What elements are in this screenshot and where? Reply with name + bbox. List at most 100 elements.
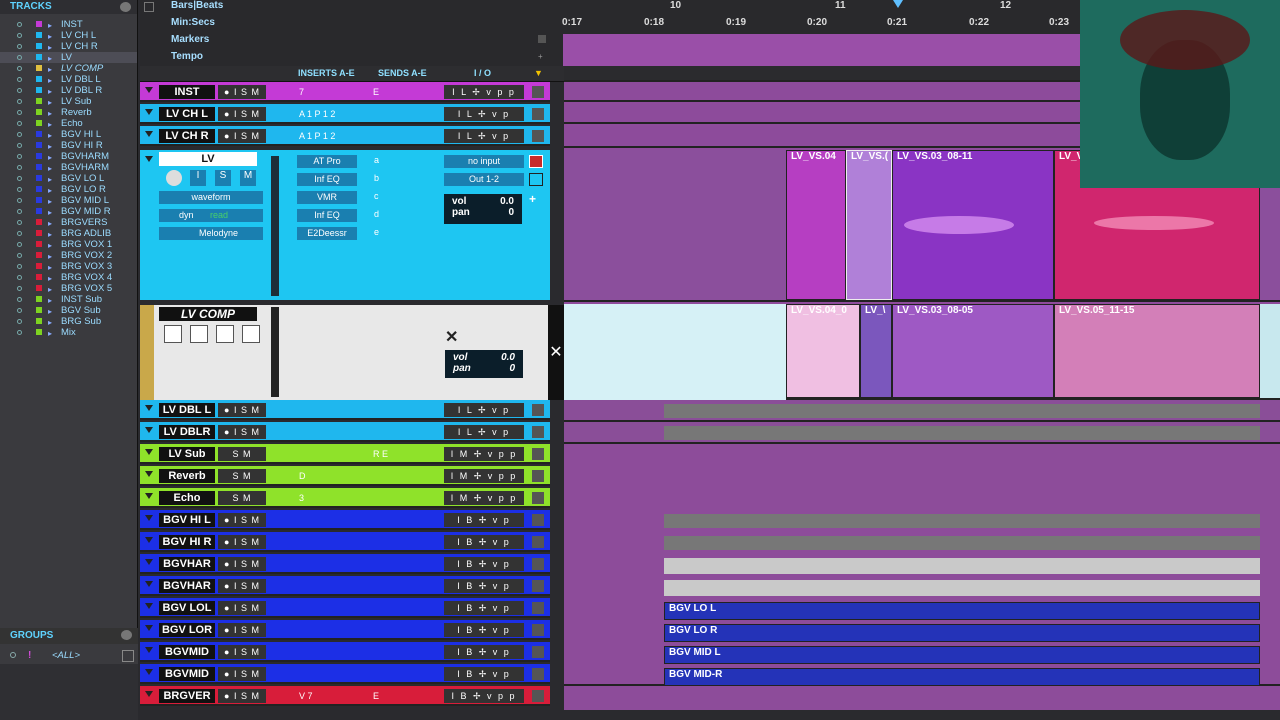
track-list-item[interactable]: ▸ BGV Sub bbox=[0, 305, 137, 316]
track-send-slot[interactable] bbox=[296, 536, 302, 548]
lv-input-monitor-button[interactable]: I bbox=[190, 170, 206, 186]
track-send-slot[interactable] bbox=[296, 624, 302, 636]
track-send-slot[interactable]: 3 bbox=[296, 492, 307, 504]
track-send-slot[interactable] bbox=[296, 580, 302, 592]
track-expand-icon[interactable] bbox=[145, 691, 153, 697]
track-active-dot[interactable] bbox=[17, 187, 22, 192]
track-io-selectors[interactable]: I B ✢ v p bbox=[444, 667, 524, 681]
track-controls[interactable]: ● I S M bbox=[218, 107, 266, 121]
track-row[interactable]: INST ● I S M 7 E I L ✢ v p p bbox=[140, 82, 550, 102]
track-name[interactable]: BGV HI L bbox=[159, 513, 215, 527]
track-send-slot-2[interactable] bbox=[370, 580, 376, 592]
track-expand-icon[interactable] bbox=[145, 647, 153, 653]
lv-output-window-icon[interactable] bbox=[529, 173, 543, 186]
track-active-dot[interactable] bbox=[17, 308, 22, 313]
track-io-selectors[interactable]: I L ✢ v p bbox=[444, 107, 524, 121]
track-expand-icon[interactable] bbox=[145, 471, 153, 477]
track-window-icon[interactable] bbox=[532, 470, 544, 482]
track-row[interactable]: Echo S M 3 I M ✢ v p p bbox=[140, 488, 550, 508]
track-io-selectors[interactable]: I L ✢ v p bbox=[444, 129, 524, 143]
track-name[interactable]: BGV HI R bbox=[159, 535, 215, 549]
track-name[interactable]: BGVHAR bbox=[159, 557, 215, 571]
track-send-slot[interactable]: D bbox=[296, 470, 309, 482]
track-row[interactable]: BGVMID ● I S M I B ✢ v p bbox=[140, 642, 550, 662]
track-list-item[interactable]: ▸ BRG VOX 4 bbox=[0, 272, 137, 283]
track-controls[interactable]: S M bbox=[218, 469, 266, 483]
lv-comp-close-icon[interactable]: ✕ bbox=[548, 305, 564, 400]
track-list-item[interactable]: ▸ BGV MID L bbox=[0, 195, 137, 206]
track-active-dot[interactable] bbox=[17, 132, 22, 137]
track-active-dot[interactable] bbox=[17, 22, 22, 27]
lv-comp-name-field[interactable]: LV COMP bbox=[159, 307, 257, 321]
sends-column-header[interactable]: SENDS A-E bbox=[378, 68, 427, 78]
track-row[interactable]: BRGVER ● I S M V 7 E I B ✢ v p p bbox=[140, 686, 550, 706]
track-send-slot[interactable] bbox=[296, 404, 302, 416]
ruler-menu-icon[interactable] bbox=[144, 2, 154, 12]
lv-solo-button[interactable]: S bbox=[215, 170, 231, 186]
lv-comp-inactive-icon[interactable]: ✕ bbox=[445, 327, 458, 347]
track-name[interactable]: BGVMID bbox=[159, 667, 215, 681]
track-name[interactable]: Reverb bbox=[159, 469, 215, 483]
lv-mute-button[interactable]: M bbox=[240, 170, 256, 186]
track-io-selectors[interactable]: I L ✢ v p bbox=[444, 403, 524, 417]
track-controls[interactable]: ● I S M bbox=[218, 557, 266, 571]
track-send-slot-2[interactable] bbox=[370, 404, 376, 416]
track-send-slot[interactable] bbox=[296, 426, 302, 438]
track-send-slot-2[interactable]: E bbox=[370, 690, 382, 702]
markers-lane[interactable] bbox=[563, 34, 1080, 51]
track-list-item[interactable]: ▸ Mix bbox=[0, 327, 137, 338]
track-active-dot[interactable] bbox=[17, 176, 22, 181]
track-expand-icon[interactable] bbox=[145, 559, 153, 565]
track-window-icon[interactable] bbox=[532, 668, 544, 680]
clip-lv-sel[interactable]: LV_VS.( bbox=[846, 150, 892, 300]
track-send-slot-2[interactable] bbox=[370, 558, 376, 570]
track-expand-icon[interactable] bbox=[145, 603, 153, 609]
track-active-dot[interactable] bbox=[17, 330, 22, 335]
track-name[interactable]: BGV LOL bbox=[159, 601, 215, 615]
track-send-slot[interactable] bbox=[296, 602, 302, 614]
track-send-slot-2[interactable] bbox=[370, 514, 376, 526]
track-io-selectors[interactable]: I B ✢ v p bbox=[444, 645, 524, 659]
track-name[interactable]: LV DBLR bbox=[159, 425, 215, 439]
track-controls[interactable]: ● I S M bbox=[218, 85, 266, 99]
track-active-dot[interactable] bbox=[17, 33, 22, 38]
track-send-slot-2[interactable]: E bbox=[370, 86, 382, 98]
track-expand-icon[interactable] bbox=[145, 669, 153, 675]
track-active-dot[interactable] bbox=[17, 242, 22, 247]
track-expand-icon[interactable] bbox=[145, 515, 153, 521]
lv-automation-selector[interactable]: dyn read bbox=[159, 209, 263, 222]
track-row[interactable]: BGVHAR ● I S M I B ✢ v p bbox=[140, 554, 550, 574]
track-send-slot-2[interactable] bbox=[370, 426, 376, 438]
track-row[interactable]: BGV LOR ● I S M I B ✢ v p bbox=[140, 620, 550, 640]
track-list-item[interactable]: ▸ BRG ADLIB bbox=[0, 228, 137, 239]
add-marker-button[interactable] bbox=[538, 35, 546, 43]
track-window-icon[interactable] bbox=[532, 514, 544, 526]
track-name[interactable]: INST bbox=[159, 85, 215, 99]
track-list-item[interactable]: ▸ LV bbox=[0, 52, 137, 63]
track-window-icon[interactable] bbox=[532, 580, 544, 592]
track-row[interactable]: LV CH R ● I S M A 1 P 1 2 I L ✢ v p bbox=[140, 126, 550, 146]
track-controls[interactable]: ● I S M bbox=[218, 403, 266, 417]
track-controls[interactable]: ● I S M bbox=[218, 601, 266, 615]
track-active-dot[interactable] bbox=[17, 286, 22, 291]
track-expand-icon[interactable] bbox=[145, 493, 153, 499]
lv-comp-mute-button[interactable] bbox=[242, 325, 260, 343]
lv-insert-slot[interactable]: E2Deessr bbox=[297, 227, 357, 240]
track-name[interactable]: BGV LOR bbox=[159, 623, 215, 637]
track-expand-icon[interactable] bbox=[145, 87, 153, 93]
track-send-slot[interactable] bbox=[296, 514, 302, 526]
track-window-icon[interactable] bbox=[532, 624, 544, 636]
lv-plugin-slot[interactable]: Melodyne bbox=[159, 227, 263, 240]
track-list-item[interactable]: ▸ BRG VOX 2 bbox=[0, 250, 137, 261]
track-window-icon[interactable] bbox=[532, 130, 544, 142]
track-send-slot[interactable]: A 1 P 1 2 bbox=[296, 130, 338, 142]
track-controls[interactable]: ● I S M bbox=[218, 689, 266, 703]
track-active-dot[interactable] bbox=[17, 275, 22, 280]
track-send-slot[interactable] bbox=[296, 558, 302, 570]
track-window-icon[interactable] bbox=[532, 108, 544, 120]
clip-comp-03[interactable]: LV_VS.03_08-05 bbox=[892, 304, 1054, 398]
track-row[interactable]: BGVMID ● I S M I B ✢ v p bbox=[140, 664, 550, 684]
track-list-item[interactable]: ▸ LV CH L bbox=[0, 30, 137, 41]
clip-bgv-lo-r[interactable]: BGV LO R bbox=[664, 624, 1260, 642]
track-active-dot[interactable] bbox=[17, 121, 22, 126]
